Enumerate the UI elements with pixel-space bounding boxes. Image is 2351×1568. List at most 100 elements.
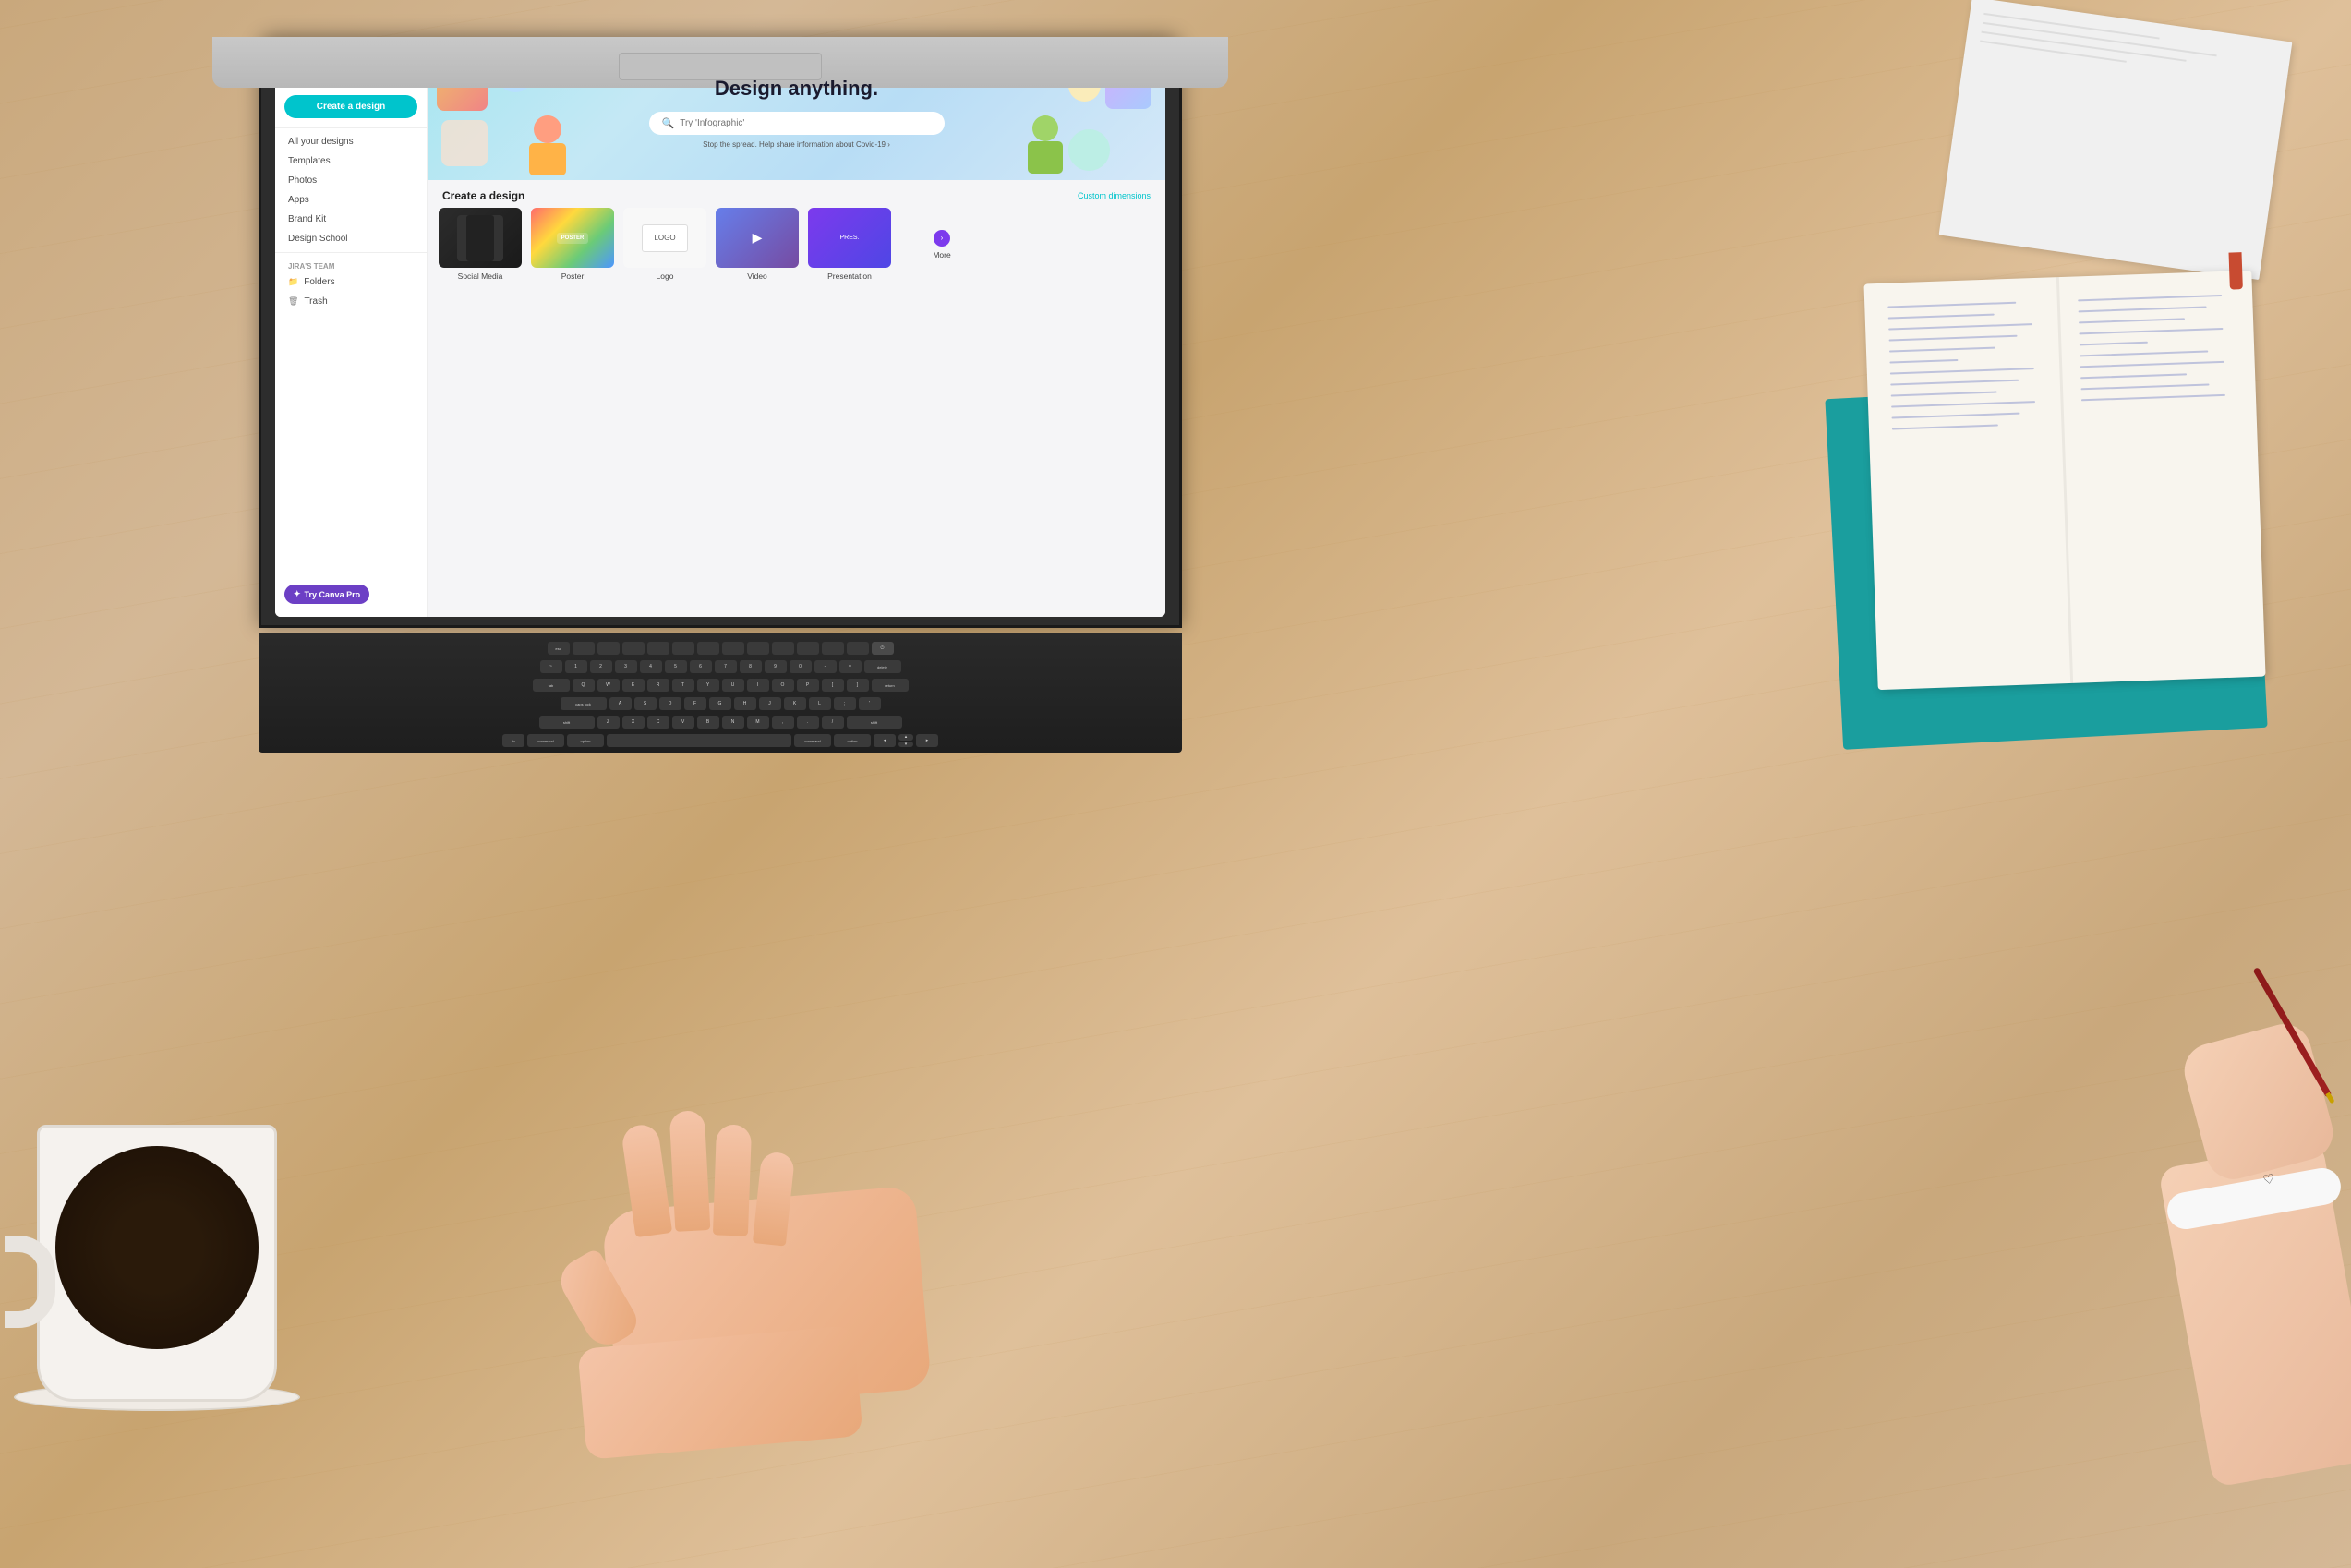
key-o[interactable]: O (772, 679, 794, 692)
key-a[interactable]: A (609, 697, 632, 710)
sidebar-item-folders[interactable]: 📁 Folders (275, 272, 427, 292)
design-card-more[interactable]: › More (900, 208, 983, 281)
search-input[interactable] (680, 118, 931, 128)
key-semicolon[interactable]: ; (834, 697, 856, 710)
video-label: Video (716, 271, 799, 281)
key-d[interactable]: D (659, 697, 681, 710)
key-3[interactable]: 3 (615, 660, 637, 673)
key-j[interactable]: J (759, 697, 781, 710)
key-s[interactable]: S (634, 697, 657, 710)
sidebar-item-all-designs[interactable]: All your designs (275, 132, 427, 151)
key-w[interactable]: W (597, 679, 620, 692)
try-pro-button[interactable]: ✦ Try Canva Pro (284, 585, 369, 604)
custom-dimensions-link[interactable]: Custom dimensions (1078, 191, 1151, 200)
more-icon[interactable]: › (934, 230, 950, 247)
key-equal[interactable]: = (839, 660, 862, 673)
key-6[interactable]: 6 (690, 660, 712, 673)
key-arrow-up[interactable]: ▴ (898, 734, 913, 741)
key-5[interactable]: 5 (665, 660, 687, 673)
key-f3[interactable] (622, 642, 645, 655)
sidebar-item-templates[interactable]: Templates (275, 151, 427, 171)
key-comma[interactable]: , (772, 716, 794, 729)
key-minus[interactable]: - (814, 660, 837, 673)
key-e[interactable]: E (622, 679, 645, 692)
key-option-right[interactable]: option (834, 734, 871, 747)
key-tab[interactable]: tab (533, 679, 570, 692)
key-9[interactable]: 9 (765, 660, 787, 673)
key-8[interactable]: 8 (740, 660, 762, 673)
key-y[interactable]: Y (697, 679, 719, 692)
key-caps[interactable]: caps lock (561, 697, 607, 710)
key-z[interactable]: Z (597, 716, 620, 729)
sidebar-item-trash[interactable]: 🗑 Trash (275, 292, 427, 311)
key-slash[interactable]: / (822, 716, 844, 729)
key-bracket-l[interactable]: [ (822, 679, 844, 692)
key-n[interactable]: N (722, 716, 744, 729)
key-f4[interactable] (647, 642, 669, 655)
sidebar-item-brand-kit[interactable]: Brand Kit (275, 210, 427, 229)
key-k[interactable]: K (784, 697, 806, 710)
key-f7[interactable] (722, 642, 744, 655)
key-quote[interactable]: ' (859, 697, 881, 710)
design-card-video[interactable]: ▶ Video (716, 208, 799, 281)
design-card-presentation[interactable]: PRES. Presentation (808, 208, 891, 281)
key-f6[interactable] (697, 642, 719, 655)
key-l[interactable]: L (809, 697, 831, 710)
key-shift-l[interactable]: shift (539, 716, 595, 729)
key-f1[interactable] (573, 642, 595, 655)
key-f12[interactable] (847, 642, 869, 655)
key-i[interactable]: I (747, 679, 769, 692)
design-card-social-media[interactable]: Social Media (439, 208, 522, 281)
key-command-right[interactable]: command (794, 734, 831, 747)
key-u[interactable]: U (722, 679, 744, 692)
key-q[interactable]: Q (573, 679, 595, 692)
key-f11[interactable] (822, 642, 844, 655)
key-return[interactable]: return (872, 679, 909, 692)
key-b[interactable]: B (697, 716, 719, 729)
key-2[interactable]: 2 (590, 660, 612, 673)
key-arrow-left[interactable]: ◂ (874, 734, 896, 747)
key-space[interactable] (607, 734, 791, 747)
key-f2[interactable] (597, 642, 620, 655)
key-g[interactable]: G (709, 697, 731, 710)
key-power[interactable]: ⏻ (872, 642, 894, 655)
hero-search-bar[interactable]: 🔍 (649, 112, 945, 135)
design-card-logo[interactable]: LOGO Logo (623, 208, 706, 281)
key-f5[interactable] (672, 642, 694, 655)
key-p[interactable]: P (797, 679, 819, 692)
key-backspace[interactable]: delete (864, 660, 901, 673)
create-design-button[interactable]: Create a design (284, 95, 417, 118)
sidebar-item-design-school[interactable]: Design School (275, 229, 427, 248)
key-arrow-down[interactable]: ▾ (898, 742, 913, 748)
key-bracket-r[interactable]: ] (847, 679, 869, 692)
key-period[interactable]: . (797, 716, 819, 729)
key-0[interactable]: 0 (790, 660, 812, 673)
key-v[interactable]: V (672, 716, 694, 729)
key-command-left[interactable]: command (527, 734, 564, 747)
covid-notice[interactable]: Stop the spread. Help share information … (455, 140, 1138, 149)
sidebar-item-photos[interactable]: Photos (275, 171, 427, 190)
key-h[interactable]: H (734, 697, 756, 710)
key-r[interactable]: R (647, 679, 669, 692)
key-c[interactable]: C (647, 716, 669, 729)
key-m[interactable]: M (747, 716, 769, 729)
design-card-poster[interactable]: POSTER Poster (531, 208, 614, 281)
key-tilde[interactable]: ~ (540, 660, 562, 673)
key-arrow-right[interactable]: ▸ (916, 734, 938, 747)
canva-app[interactable]: J Jira Add your website ▾ Create a desig… (275, 51, 1165, 617)
key-fn[interactable]: fn (502, 734, 524, 747)
key-x[interactable]: X (622, 716, 645, 729)
key-esc[interactable]: esc (548, 642, 570, 655)
key-4[interactable]: 4 (640, 660, 662, 673)
sidebar-item-apps[interactable]: Apps (275, 190, 427, 210)
key-1[interactable]: 1 (565, 660, 587, 673)
key-f10[interactable] (797, 642, 819, 655)
key-option[interactable]: option (567, 734, 604, 747)
key-f8[interactable] (747, 642, 769, 655)
star-icon: ✦ (294, 589, 301, 599)
key-shift-r[interactable]: shift (847, 716, 902, 729)
key-f9[interactable] (772, 642, 794, 655)
key-f[interactable]: F (684, 697, 706, 710)
key-t[interactable]: T (672, 679, 694, 692)
key-7[interactable]: 7 (715, 660, 737, 673)
